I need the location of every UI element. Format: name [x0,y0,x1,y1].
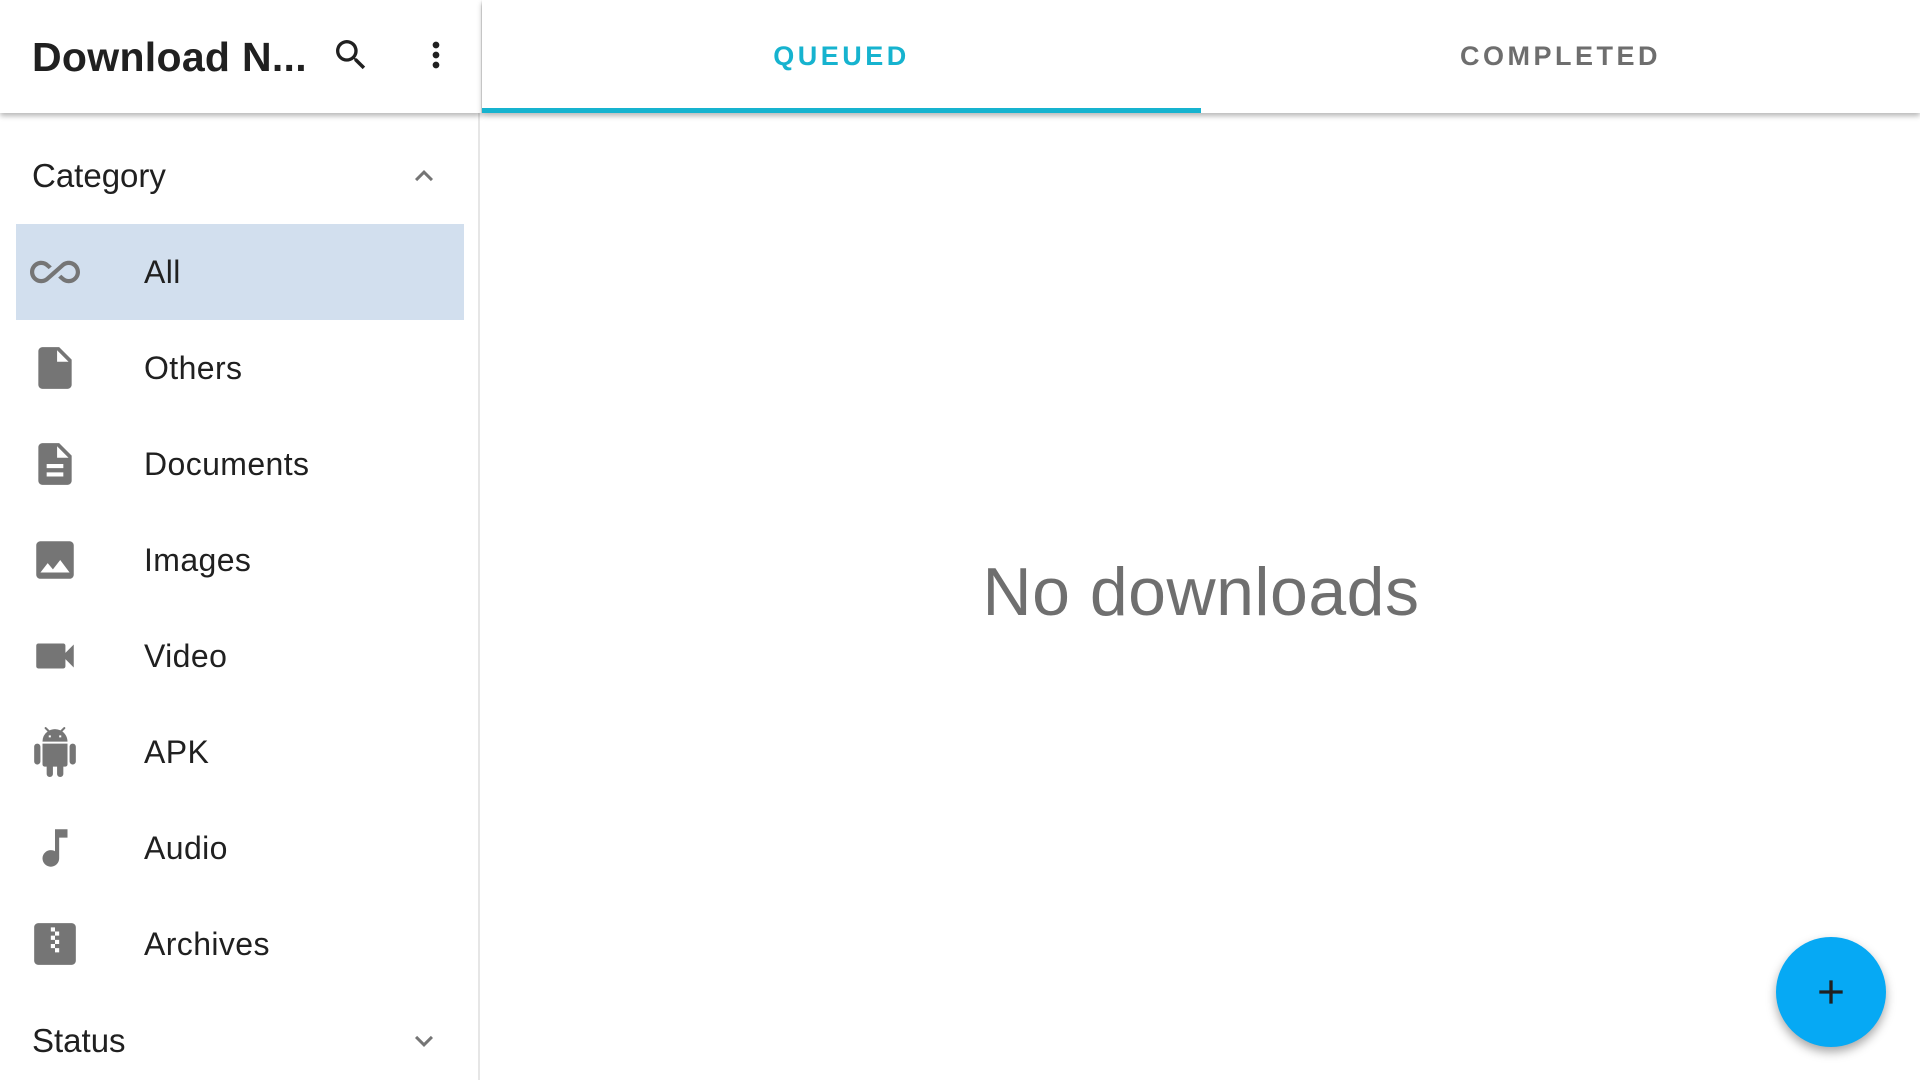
chevron-up-icon [406,158,442,194]
status-section-header[interactable]: Status [0,1006,480,1076]
more-options-button[interactable] [414,30,458,80]
tab-active-indicator [482,108,1201,113]
search-button[interactable] [329,30,373,80]
archive-icon [30,919,80,969]
app-title: Download N... [32,34,307,80]
top-app-bar: Download N... [0,0,481,113]
category-item-label: Others [144,349,243,386]
search-icon [336,40,366,70]
infinity-icon [30,247,80,297]
tab-queued-label: QUEUED [773,41,910,71]
category-item-others[interactable]: Others [16,320,464,416]
chevron-down-icon [406,1023,442,1059]
app-window: Download N... QUEUED COMPLETED Category [0,0,1920,1080]
category-item-documents[interactable]: Documents [16,416,464,512]
tab-bar: QUEUED COMPLETED [482,0,1920,113]
category-item-archives[interactable]: Archives [16,896,464,992]
tab-queued[interactable]: QUEUED [482,0,1201,113]
category-item-apk[interactable]: APK [16,704,464,800]
video-icon [30,631,80,681]
music-note-icon [30,823,80,873]
tab-completed[interactable]: COMPLETED [1201,0,1920,113]
category-item-label: Audio [144,829,228,866]
plus-icon [1819,980,1843,1004]
category-section-header[interactable]: Category [0,141,480,211]
category-item-label: Images [144,541,252,578]
download-list-area: No downloads [482,113,1920,1080]
add-download-button[interactable] [1776,937,1886,1047]
empty-state-message: No downloads [982,554,1420,630]
tab-completed-label: COMPLETED [1459,41,1661,71]
category-sidebar: Category All Others Documents Images Vid… [0,113,480,1080]
document-icon [30,439,80,489]
category-item-images[interactable]: Images [16,512,464,608]
category-item-all[interactable]: All [16,224,464,320]
image-icon [30,535,80,585]
category-header-label: Category [32,157,166,194]
more-vert-icon [432,41,440,69]
file-icon [30,343,80,393]
category-item-label: Video [144,637,228,674]
category-item-label: Documents [144,445,310,482]
status-header-label: Status [32,1022,126,1059]
category-item-label: All [144,253,181,290]
category-item-audio[interactable]: Audio [16,800,464,896]
category-item-label: APK [144,733,210,770]
category-item-video[interactable]: Video [16,608,464,704]
category-item-label: Archives [144,925,270,962]
android-icon [30,727,80,777]
